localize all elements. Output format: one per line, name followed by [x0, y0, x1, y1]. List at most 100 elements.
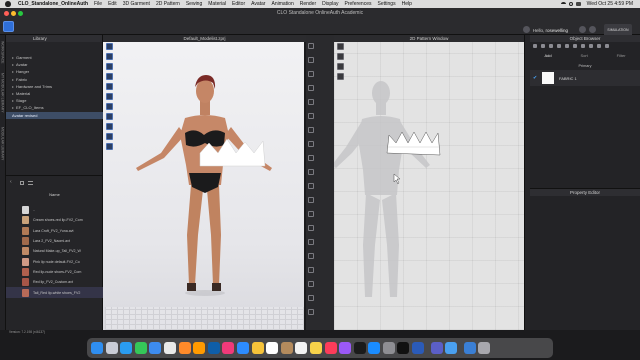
account-icon[interactable]: [579, 26, 586, 33]
firefox-icon[interactable]: [178, 342, 191, 354]
tree-item-stage[interactable]: ▸ Stage: [12, 97, 102, 104]
fold-icon[interactable]: [308, 155, 314, 161]
file-row[interactable]: Lara Croft_FV2_Yuna.avt: [6, 226, 103, 236]
graphic-filter-icon[interactable]: [565, 44, 569, 48]
control-center-icon[interactable]: [575, 2, 581, 6]
buttonhole-filter-icon[interactable]: [549, 44, 553, 48]
notch-icon[interactable]: [308, 169, 314, 175]
illustrator-icon[interactable]: [193, 342, 206, 354]
menu-sewing[interactable]: Sewing: [183, 0, 205, 8]
appstore-icon[interactable]: [368, 342, 381, 354]
file-row-selected[interactable]: Tall_Red lip-white shoes_FV2: [6, 287, 103, 298]
settings-icon[interactable]: [382, 342, 395, 354]
podcasts-icon[interactable]: [339, 342, 352, 354]
word-icon[interactable]: [412, 342, 425, 354]
colorway-filter-icon[interactable]: [597, 44, 601, 48]
filter-button[interactable]: Filter: [617, 53, 626, 58]
topstitch-filter-icon[interactable]: [573, 44, 577, 48]
contacts-icon[interactable]: [280, 342, 293, 354]
rail-my-modular-library-tab[interactable]: MY MODULAR LIBRARY: [1, 73, 5, 113]
grid-view-icon[interactable]: [20, 181, 24, 185]
layout-icon[interactable]: [308, 197, 314, 203]
menu-render[interactable]: Render: [297, 0, 319, 8]
menu-settings[interactable]: Settings: [375, 0, 399, 8]
trace-icon[interactable]: [308, 183, 314, 189]
notification-icon[interactable]: [523, 26, 530, 33]
add-button[interactable]: Add: [544, 53, 551, 58]
menu-clock[interactable]: Wed Oct 25 4:59 PM: [584, 0, 636, 8]
menu-edit[interactable]: Edit: [105, 0, 120, 8]
menu-display[interactable]: Display: [319, 0, 341, 8]
tree-item-avatar[interactable]: ▸ Avatar: [12, 61, 102, 68]
menu-material[interactable]: Material: [205, 0, 229, 8]
chrome-icon[interactable]: [163, 342, 176, 354]
tree-item-fabric[interactable]: ▸ Fabric: [12, 76, 102, 83]
rectangle-icon[interactable]: [308, 71, 314, 77]
list-view-icon[interactable]: [28, 181, 33, 185]
file-row[interactable]: Red lip-nude shoes-FV2_Com: [6, 267, 103, 277]
menu-help[interactable]: Help: [399, 0, 415, 8]
tree-item-avatar-revised[interactable]: Avatar revised: [6, 111, 103, 119]
preview-icon[interactable]: [445, 342, 458, 354]
menu-preferences[interactable]: Preferences: [342, 0, 375, 8]
segment-sewing-icon[interactable]: [308, 141, 314, 147]
menu-animation[interactable]: Animation: [268, 0, 296, 8]
circle-icon[interactable]: [308, 99, 314, 105]
sort-button[interactable]: Sort: [580, 53, 587, 58]
dart-icon[interactable]: [308, 113, 314, 119]
fabric-swatch[interactable]: [542, 72, 554, 84]
fit-map-icon[interactable]: [308, 295, 314, 301]
menu-2d-pattern[interactable]: 2D Pattern: [153, 0, 183, 8]
workspace-icon[interactable]: [3, 21, 14, 32]
menu-avatar[interactable]: Avatar: [248, 0, 268, 8]
messages-icon[interactable]: [134, 342, 147, 354]
zoom-icon[interactable]: [308, 309, 314, 315]
avatar-figure[interactable]: [103, 35, 306, 330]
zoom-icon[interactable]: [236, 342, 249, 354]
text-icon[interactable]: [308, 211, 314, 217]
safari-icon[interactable]: [120, 342, 133, 354]
file-row[interactable]: ..: [6, 205, 103, 215]
tree-item-garment[interactable]: ▸ Garment: [12, 54, 102, 61]
button-filter-icon[interactable]: [541, 44, 545, 48]
trash-icon[interactable]: [478, 342, 491, 354]
teams-icon[interactable]: [430, 342, 443, 354]
file-row[interactable]: Red lip_FV2_Custom.avt: [6, 277, 103, 287]
menu-3d-garment[interactable]: 3D Garment: [120, 0, 153, 8]
mail-icon[interactable]: [149, 342, 162, 354]
photos-icon[interactable]: [251, 342, 264, 354]
tv-icon[interactable]: [353, 342, 366, 354]
tree-item-material[interactable]: ▸ Material: [12, 90, 102, 97]
edit-point-icon[interactable]: [308, 57, 314, 63]
notes-icon[interactable]: [309, 342, 322, 354]
help-icon[interactable]: [589, 26, 596, 33]
tree-item-ef-clo-items[interactable]: ▸ EF_CLO_Items: [12, 104, 102, 111]
file-row[interactable]: Pink lip nude default-FV2_Co: [6, 256, 103, 266]
username[interactable]: rosewelling: [545, 28, 568, 33]
file-row[interactable]: Lara 2_FV2_Naomi.avt: [6, 236, 103, 246]
reminders-icon[interactable]: [295, 342, 308, 354]
file-row[interactable]: Natural Make-up_Tall_FV2_W: [6, 246, 103, 256]
more-filter-icon[interactable]: [605, 44, 609, 48]
move-icon[interactable]: [308, 43, 314, 49]
music-icon[interactable]: [324, 342, 337, 354]
puckering-filter-icon[interactable]: [589, 44, 593, 48]
2d-pattern-window[interactable]: 2D Pattern Window: [334, 35, 524, 330]
back-arrow-icon[interactable]: ‹: [10, 179, 12, 185]
polygon-icon[interactable]: [308, 85, 314, 91]
library-splitter[interactable]: [6, 175, 103, 176]
app-menu[interactable]: CLO_Standalone_OnlineAuth: [15, 0, 91, 8]
wifi-icon[interactable]: [560, 2, 566, 6]
search-icon[interactable]: [568, 2, 573, 6]
ruler-icon[interactable]: [308, 225, 314, 231]
menu-editor[interactable]: Editor: [229, 0, 248, 8]
files-column-header[interactable]: Name: [6, 191, 103, 198]
photoshop-icon[interactable]: [207, 342, 220, 354]
indesign-icon[interactable]: [222, 342, 235, 354]
apple-icon[interactable]: [5, 1, 11, 7]
elastic-icon[interactable]: [308, 239, 314, 245]
launchpad-icon[interactable]: [105, 342, 118, 354]
rail-modular-library-tab[interactable]: MODULAR LIBRARY: [1, 127, 5, 160]
clo-icon[interactable]: [397, 342, 410, 354]
graphic-icon[interactable]: [308, 267, 314, 273]
